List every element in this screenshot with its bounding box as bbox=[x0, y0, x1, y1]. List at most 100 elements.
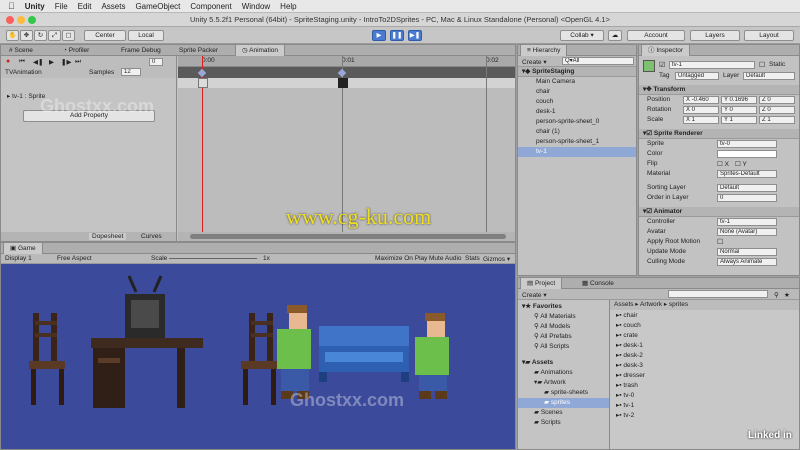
space-toggle[interactable]: Local bbox=[128, 30, 164, 41]
project-breadcrumb[interactable]: Assets ▸ Artwork ▸ sprites bbox=[610, 300, 799, 310]
tab-hierarchy[interactable]: ≡ Hierarchy bbox=[520, 45, 568, 56]
menu-component[interactable]: Component bbox=[190, 2, 231, 11]
menu-assets[interactable]: Assets bbox=[101, 2, 125, 11]
avatar-field[interactable]: None (Avatar) bbox=[717, 228, 777, 236]
first-key-icon[interactable]: ⏮ bbox=[19, 58, 25, 66]
apple-icon[interactable]:  bbox=[8, 1, 15, 11]
menu-gameobject[interactable]: GameObject bbox=[135, 2, 180, 11]
account-dropdown[interactable]: Account bbox=[627, 30, 685, 41]
scale-tool-icon[interactable]: ⤢ bbox=[48, 30, 61, 41]
rotation-z[interactable]: Z 0 bbox=[759, 106, 795, 114]
file-item[interactable]: ▸▪ desk-3 bbox=[610, 361, 799, 371]
tv-0-sprite-key-icon[interactable] bbox=[198, 78, 208, 88]
file-item[interactable]: ▸▪ desk-2 bbox=[610, 351, 799, 361]
asset-folder[interactable]: ▰ Scripts bbox=[518, 418, 609, 428]
tab-frame-debug[interactable]: Frame Debug bbox=[115, 45, 167, 56]
root-motion-checkbox[interactable]: ☐ bbox=[717, 238, 723, 246]
tab-scene[interactable]: # Scene bbox=[3, 45, 39, 56]
file-item[interactable]: ▸▪ dresser bbox=[610, 371, 799, 381]
timeline-scroll-thumb[interactable] bbox=[190, 234, 506, 239]
aspect-dropdown[interactable]: Free Aspect bbox=[57, 255, 92, 262]
asset-folder[interactable]: ▰ sprite-sheets bbox=[518, 388, 609, 398]
favorite-item[interactable]: ⚲ All Prefabs bbox=[518, 332, 609, 342]
add-property-button[interactable]: Add Property bbox=[23, 110, 155, 122]
prev-key-icon[interactable]: ◀❚ bbox=[33, 58, 43, 66]
file-item[interactable]: ▸▪ trash bbox=[610, 381, 799, 391]
culling-mode-dropdown[interactable]: Always Animate bbox=[717, 258, 777, 266]
menu-unity[interactable]: Unity bbox=[25, 2, 45, 11]
layer-dropdown[interactable]: Default bbox=[743, 72, 795, 80]
file-item[interactable]: ▸▪ tv-1 bbox=[610, 401, 799, 411]
clip-dropdown[interactable]: TVAnimation bbox=[5, 69, 42, 76]
flip-x-checkbox[interactable]: ☐ X bbox=[717, 160, 729, 168]
hierarchy-item-selected[interactable]: tv-1 bbox=[518, 147, 636, 157]
active-checkbox[interactable]: ☑ bbox=[659, 61, 665, 69]
hierarchy-item[interactable]: Main Camera bbox=[518, 77, 636, 87]
tab-game[interactable]: ▣ Game bbox=[3, 243, 43, 254]
favorites-folder[interactable]: ▾★ Favorites bbox=[518, 302, 609, 312]
scale-y[interactable]: Y 1 bbox=[721, 116, 757, 124]
favorite-item[interactable]: ⚲ All Scripts bbox=[518, 342, 609, 352]
scale-slider[interactable] bbox=[169, 258, 257, 259]
rect-tool-icon[interactable]: ▢ bbox=[62, 30, 75, 41]
menu-file[interactable]: File bbox=[55, 2, 68, 11]
tab-animation[interactable]: ◷ Animation bbox=[235, 45, 286, 56]
layers-dropdown[interactable]: Layers bbox=[690, 30, 740, 41]
rotate-tool-icon[interactable]: ↻ bbox=[34, 30, 47, 41]
controller-field[interactable]: tv-1 bbox=[717, 218, 777, 226]
record-icon[interactable]: ● bbox=[6, 58, 10, 65]
last-key-icon[interactable]: ⏭ bbox=[75, 58, 81, 66]
time-ruler[interactable]: 0:00 0:01 0:02 bbox=[178, 56, 515, 67]
star-filter-icon[interactable]: ★ bbox=[784, 291, 790, 299]
maximize-on-play-toggle[interactable]: Maximize On Play bbox=[375, 255, 427, 262]
stats-toggle[interactable]: Stats bbox=[465, 255, 480, 262]
minimize-window-icon[interactable] bbox=[17, 16, 25, 24]
tv-1-sprite-key-icon[interactable] bbox=[338, 78, 348, 88]
file-item[interactable]: ▸▪ tv-0 bbox=[610, 391, 799, 401]
tab-sprite-packer[interactable]: Sprite Packer bbox=[173, 45, 224, 56]
flip-y-checkbox[interactable]: ☐ Y bbox=[735, 160, 747, 168]
hierarchy-search-input[interactable]: Q▾All bbox=[562, 57, 634, 65]
file-item[interactable]: ▸▪ crate bbox=[610, 331, 799, 341]
move-tool-icon[interactable]: ✥ bbox=[20, 30, 33, 41]
cloud-icon[interactable]: ☁ bbox=[608, 30, 622, 41]
hand-tool-icon[interactable]: ✋ bbox=[6, 30, 19, 41]
project-create-button[interactable]: Create ▾ bbox=[522, 291, 547, 299]
scale-x[interactable]: X 1 bbox=[683, 116, 719, 124]
tab-curves[interactable]: Curves bbox=[141, 233, 162, 240]
tab-dopesheet[interactable]: Dopesheet bbox=[89, 233, 127, 240]
gizmos-dropdown[interactable]: Gizmos ▾ bbox=[483, 255, 510, 263]
scale-z[interactable]: Z 1 bbox=[759, 116, 795, 124]
menu-edit[interactable]: Edit bbox=[78, 2, 92, 11]
file-item[interactable]: ▸▪ tv-2 bbox=[610, 411, 799, 421]
transform-header[interactable]: ▾✥ Transform bbox=[639, 85, 799, 95]
position-y[interactable]: Y 0.1696 bbox=[721, 96, 757, 104]
rotation-y[interactable]: Y 0 bbox=[721, 106, 757, 114]
hierarchy-item[interactable]: person-sprite-sheet_0 bbox=[518, 117, 636, 127]
hierarchy-item[interactable]: chair bbox=[518, 87, 636, 97]
sorting-layer-dropdown[interactable]: Default bbox=[717, 184, 777, 192]
next-key-icon[interactable]: ❚▶ bbox=[61, 58, 71, 66]
hierarchy-create-button[interactable]: Create ▾ bbox=[522, 58, 547, 66]
project-search-input[interactable] bbox=[668, 290, 768, 298]
assets-folder[interactable]: ▾▰ Assets bbox=[518, 358, 609, 368]
asset-folder[interactable]: ▾▰ Artwork bbox=[518, 378, 609, 388]
position-z[interactable]: Z 0 bbox=[759, 96, 795, 104]
animator-header[interactable]: ▾☑ Animator bbox=[639, 207, 799, 217]
pause-button[interactable]: ❚❚ bbox=[390, 30, 404, 41]
step-button[interactable]: ▶❚ bbox=[408, 30, 422, 41]
menu-help[interactable]: Help bbox=[280, 2, 296, 11]
tab-console[interactable]: ▦ Console bbox=[576, 278, 620, 289]
mute-audio-toggle[interactable]: Mute Audio bbox=[429, 255, 462, 262]
rotation-x[interactable]: X 0 bbox=[683, 106, 719, 114]
menu-window[interactable]: Window bbox=[242, 2, 270, 11]
filter-type-icon[interactable]: ⚲ bbox=[774, 291, 779, 299]
position-x[interactable]: X -0.460 bbox=[683, 96, 719, 104]
samples-field[interactable]: 12 bbox=[121, 68, 141, 76]
file-item[interactable]: ▸▪ couch bbox=[610, 321, 799, 331]
sprite-renderer-header[interactable]: ▾☑ Sprite Renderer bbox=[639, 129, 799, 139]
zoom-window-icon[interactable] bbox=[28, 16, 36, 24]
close-window-icon[interactable] bbox=[6, 16, 14, 24]
sprite-field[interactable]: tv-0 bbox=[717, 140, 777, 148]
static-checkbox[interactable]: ☐ bbox=[759, 61, 765, 69]
